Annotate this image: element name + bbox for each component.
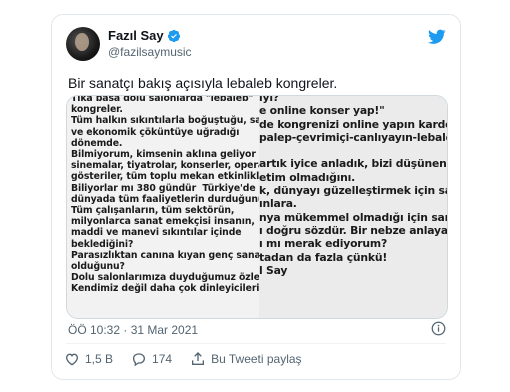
twitter-bird-icon[interactable] xyxy=(428,29,446,45)
media-right-line: k, dünyayı güzelleştirmek için sanat xyxy=(259,184,447,198)
share-label: Bu Tweeti paylaş xyxy=(211,352,302,366)
media-right-line: de kongrenizi online yapın kardeşim. xyxy=(259,117,447,131)
media-right-line: ı doğru sözdür. Bir nebze anlayan xyxy=(259,223,448,237)
media-left-line: Bilmiyorum, kimsenin aklına geliyor mu, xyxy=(71,149,279,161)
reply-icon xyxy=(133,353,146,367)
tweet-timestamp[interactable]: ÖÖ 10:32 · 31 Mar 2021 xyxy=(68,323,198,337)
media-left-line: dünyada tüm faaliyetlerin durduğunu? xyxy=(71,193,270,205)
media-left-line: gösteriler, tüm toplu mekan etkinlikleri… xyxy=(71,171,279,183)
media-left-line: Tüm çalışanların, tüm sektörün, xyxy=(71,205,235,217)
media-right-line: tadan da fazla çünkü! xyxy=(259,250,388,264)
media-right-panel: ıyı? e online konser yap!" de kongrenizi o… xyxy=(259,96,447,318)
info-icon[interactable] xyxy=(431,321,446,336)
like-count: 1,5 B xyxy=(85,352,114,366)
media-right-line: nya mükemmel olmadığı için sanat xyxy=(259,210,448,224)
media-right-line: ı mı merak ediyorum? xyxy=(259,237,388,251)
media-left-text: Tıka basa dolu salonlarda "lebaleb" kongr… xyxy=(71,95,288,295)
media-left-panel: Tıka basa dolu salonlarda "lebaleb" kongr… xyxy=(67,95,288,318)
like-button[interactable]: 1,5 B xyxy=(64,351,113,367)
reply-button[interactable]: 174 xyxy=(131,351,172,367)
share-icon xyxy=(192,352,205,365)
tweet-media-image[interactable]: Tıka basa dolu salonlarda "lebaleb" kongr… xyxy=(66,95,448,319)
media-left-line: Parasızlıktan canına kıyan genç sanatçıl… xyxy=(71,249,288,261)
media-left-line: Kendimiz değil daha çok dinleyicilerimiz xyxy=(71,283,278,295)
media-right-text: ıyı? e online konser yap!" de kongrenizi o… xyxy=(259,95,448,277)
verified-badge-icon xyxy=(167,29,180,42)
media-left-line: beklediğini? xyxy=(71,238,134,250)
media-right-line: ınlara. xyxy=(259,197,297,211)
share-button[interactable]: Bu Tweeti paylaş xyxy=(190,351,302,367)
tweet-card[interactable]: Fazıl Say @fazilsaymusic Bir sanatçı bak… xyxy=(51,14,461,380)
media-right-line xyxy=(259,144,447,157)
media-right-line: etim olmadığını. xyxy=(259,170,355,184)
reply-count: 174 xyxy=(152,352,173,366)
avatar[interactable] xyxy=(66,27,100,61)
media-left-line: dönemde. xyxy=(71,137,123,149)
media-right-line: l Say xyxy=(259,263,288,277)
heart-icon xyxy=(65,353,79,366)
media-left-line: olduğunu? xyxy=(71,261,125,273)
tweet-text: Bir sanatçı bakış açısıyla lebaleb kongr… xyxy=(68,75,338,91)
media-left-line: Tıka basa dolu salonlarda "lebaleb" xyxy=(71,95,254,104)
media-left-line: sinemalar, tiyatrolar, konserler, operal… xyxy=(71,160,280,172)
media-left-line: Tüm halkın sıkıntılarla boğuştuğu, salgı… xyxy=(71,115,281,127)
author-handle[interactable]: @fazilsaymusic xyxy=(108,45,192,59)
media-right-line: ıyı? xyxy=(259,95,279,104)
media-left-line: Biliyorlar mı 380 gündür Türkiye'de ve xyxy=(71,182,271,194)
author-name-row: Fazıl Say xyxy=(108,28,181,43)
media-left-line: maddi ve manevi sıkıntılar içinde xyxy=(71,227,242,239)
media-left-line: kongreler. xyxy=(71,104,123,116)
media-right-line: artık iyice anladık, bizi düşünen bir xyxy=(259,157,448,171)
media-right-line: e online konser yap!" xyxy=(259,104,385,118)
author-name[interactable]: Fazıl Say xyxy=(108,28,164,43)
media-right-line: palep-çevrimiçi-canlıyayın-lebalebi" xyxy=(259,130,447,144)
media-left-line: Dolu salonlarımıza duyduğumuz özlemi? xyxy=(71,272,278,284)
divider xyxy=(66,343,446,344)
action-bar: 1,5 B 174 Bu Tweeti paylaş xyxy=(64,351,320,367)
media-left-line: ve ekonomik çöküntüye uğradığı xyxy=(71,126,240,138)
media-left-line: milyonlarca sanat emekçisi insanın, xyxy=(71,216,255,228)
